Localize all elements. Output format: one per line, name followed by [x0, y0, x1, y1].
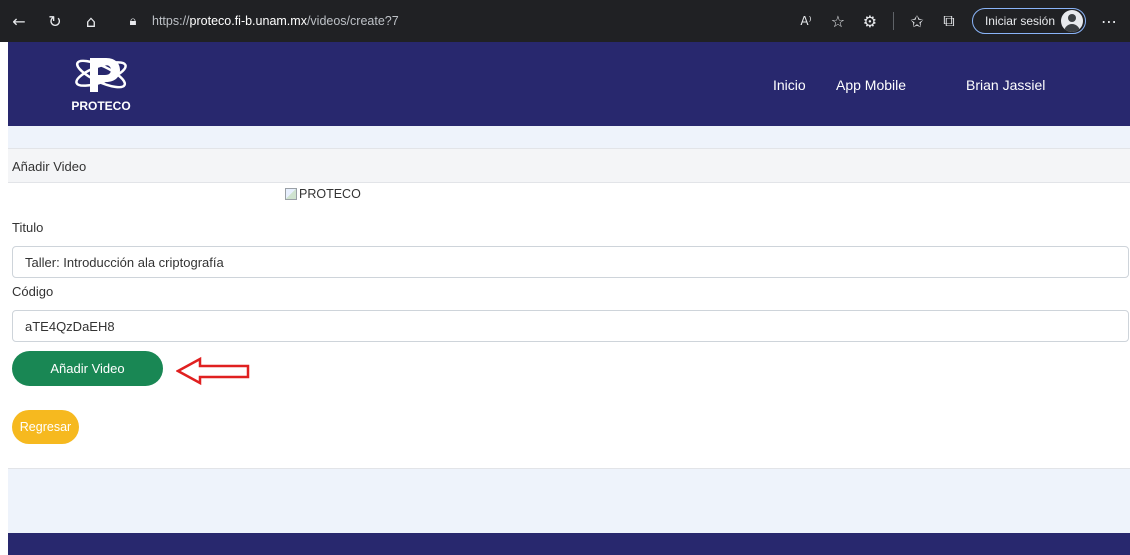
- address-bar[interactable]: 🔒︎ https://proteco.fi-b.unam.mx/videos/c…: [116, 7, 736, 35]
- back-icon[interactable]: ←: [10, 12, 28, 31]
- site-footer: [8, 533, 1130, 555]
- broken-image: PROTECO: [285, 187, 361, 201]
- page-title: Añadir Video: [12, 159, 87, 174]
- proteco-logo[interactable]: PROTECO: [66, 52, 136, 116]
- site-navbar: PROTECO Inicio App Mobile Brian Jassiel: [8, 42, 1130, 126]
- extensions-icon[interactable]: ⚙: [861, 12, 879, 31]
- broken-image-alt: PROTECO: [299, 187, 361, 201]
- favorite-add-icon[interactable]: ☆: [829, 12, 847, 31]
- avatar-icon: [1061, 10, 1083, 32]
- add-video-button[interactable]: Añadir Video: [12, 351, 163, 386]
- card-header: Añadir Video: [8, 148, 1130, 183]
- refresh-icon[interactable]: ↻: [46, 12, 64, 31]
- codigo-label: Código: [12, 284, 54, 299]
- favorites-icon[interactable]: ✩: [908, 12, 926, 31]
- broken-image-icon: [285, 188, 297, 200]
- spacer-band: [8, 126, 1130, 148]
- toolbar-separator: [892, 12, 894, 30]
- logo-text: PROTECO: [71, 99, 130, 113]
- browser-toolbar: ← ↻ ⌂ 🔒︎ https://proteco.fi-b.unam.mx/vi…: [0, 0, 1130, 42]
- nav-user-menu[interactable]: Brian Jassiel: [966, 77, 1045, 93]
- collections-icon[interactable]: ⧉: [940, 11, 958, 30]
- lock-icon[interactable]: 🔒︎: [124, 12, 142, 30]
- home-icon[interactable]: ⌂: [82, 12, 100, 31]
- url-path: /videos/create?7: [306, 14, 399, 28]
- signin-button[interactable]: Iniciar sesión: [971, 8, 1086, 34]
- url-prefix: https://: [152, 14, 190, 28]
- signin-label: Iniciar sesión: [984, 14, 1055, 28]
- read-aloud-icon[interactable]: A⁾: [797, 12, 815, 30]
- url-host: proteco.fi-b.unam.mx: [189, 14, 307, 28]
- more-icon[interactable]: ⋯: [1100, 12, 1118, 31]
- nav-app-mobile[interactable]: App Mobile: [836, 77, 906, 93]
- back-button[interactable]: Regresar: [12, 410, 79, 444]
- annotation-arrow-icon: [176, 356, 250, 386]
- titulo-label: Titulo: [12, 220, 44, 235]
- spacer-band-bottom: [8, 469, 1130, 533]
- titulo-input[interactable]: [12, 246, 1129, 278]
- nav-inicio[interactable]: Inicio: [773, 77, 806, 93]
- codigo-input[interactable]: [12, 310, 1129, 342]
